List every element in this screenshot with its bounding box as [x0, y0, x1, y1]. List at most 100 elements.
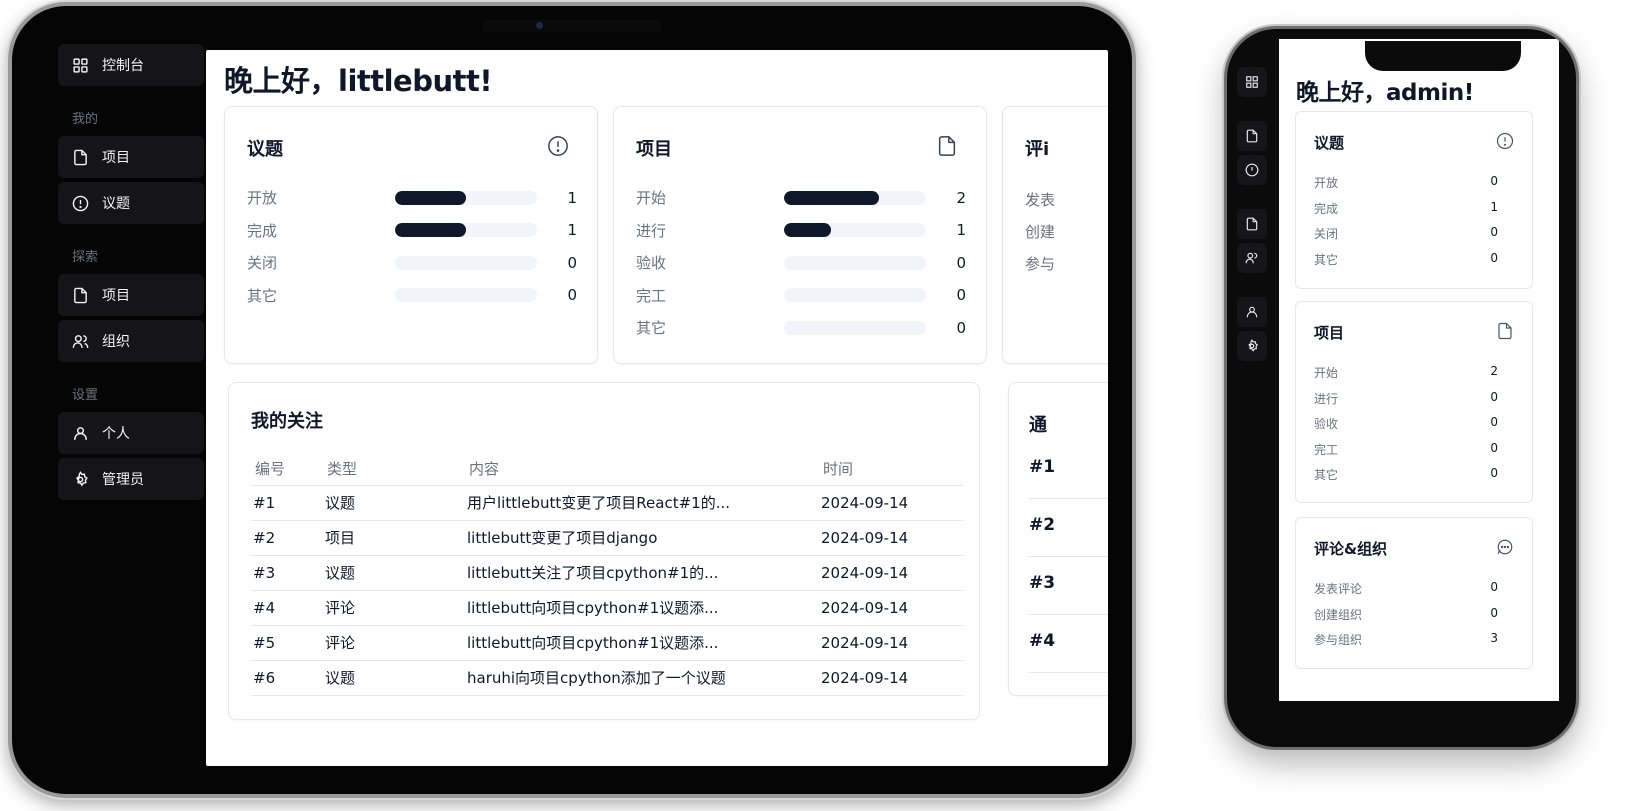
- card-title: 项目: [636, 139, 672, 160]
- stat-row: 发表: [1025, 189, 1108, 210]
- gear-icon: [1248, 339, 1259, 352]
- cell-type: 议题: [323, 660, 465, 696]
- cell-content: haruhi向项目cpython添加了一个议题: [465, 660, 819, 696]
- page-title: 晚上好，littlebutt!: [224, 64, 493, 98]
- stat-label: 发表: [1025, 191, 1056, 209]
- stat-row: 完成 1: [247, 220, 577, 241]
- page-title: 晚上好，admin!: [1296, 80, 1474, 106]
- stat-row: 开放 1: [247, 187, 577, 208]
- sidebar-item-my-projects[interactable]: 项目: [58, 136, 204, 178]
- sidebar-item-personal[interactable]: 个人: [58, 412, 204, 454]
- projects-card: 项目 开始 2 进行 0 验收 0 完工 0 其它 0: [1295, 301, 1533, 503]
- notification-item[interactable]: #3: [1029, 573, 1108, 615]
- phone-dashboard-button[interactable]: [1237, 67, 1267, 97]
- stat-value: 0: [1490, 605, 1498, 620]
- stat-value: 0: [956, 286, 966, 304]
- message-circle-icon: [1497, 539, 1513, 555]
- stat-value: 1: [956, 221, 966, 239]
- following-card: 我的关注 编号 类型 内容 时间 #1 议题 用户littlebutt变更了项目Re…: [228, 382, 980, 720]
- stat-label: 完工: [1314, 442, 1339, 457]
- file-icon: [74, 149, 87, 165]
- stat-label: 进行: [1314, 391, 1339, 406]
- card-title: 议题: [247, 139, 283, 160]
- phone-admin-button[interactable]: [1237, 331, 1267, 361]
- phone-sidebar: [1227, 29, 1277, 747]
- sidebar-item-label: 控制台: [102, 58, 144, 74]
- cell-id: #5: [251, 625, 323, 661]
- stat-label: 完成: [1314, 201, 1339, 216]
- sidebar-item-label: 议题: [102, 196, 130, 212]
- progress-fill: [784, 223, 831, 237]
- sidebar-group-mine: 我的: [72, 112, 99, 127]
- stat-row: 参与: [1025, 253, 1108, 274]
- following-table: 编号 类型 内容 时间 #1 议题 用户littlebutt变更了项目React#1…: [251, 453, 963, 696]
- stat-label: 参与: [1025, 255, 1056, 273]
- tablet-camera-icon: [536, 22, 543, 29]
- progress-fill: [395, 223, 466, 237]
- stat-row: 其它 0: [1314, 251, 1498, 268]
- stat-value: 2: [1490, 364, 1498, 378]
- phone-explore-projects-button[interactable]: [1237, 209, 1267, 239]
- cell-content: 用户littlebutt变更了项目React#1的...: [465, 485, 819, 521]
- tablet-sidebar: 控制台 我的 项目 议题 探索 项目 组织 设置 个人 管理员: [58, 44, 204, 764]
- stat-row: 参与组织 3: [1314, 631, 1498, 648]
- tablet-device: 控制台 我的 项目 议题 探索 项目 组织 设置 个人 管理员 晚上好，litt…: [8, 2, 1136, 798]
- stat-row: 发表评论 0: [1314, 580, 1498, 597]
- gear-icon: [75, 470, 88, 486]
- sidebar-item-organizations[interactable]: 组织: [58, 320, 204, 362]
- stat-label: 其它: [1314, 252, 1339, 267]
- phone-personal-button[interactable]: [1237, 297, 1267, 327]
- grid-icon: [1246, 76, 1258, 88]
- users-icon: [72, 334, 89, 348]
- phone-organizations-button[interactable]: [1237, 243, 1267, 273]
- sidebar-item-my-issues[interactable]: 议题: [58, 182, 204, 224]
- stat-label: 开放: [247, 189, 278, 207]
- stat-value: 0: [1490, 415, 1498, 429]
- users-icon: [1245, 252, 1258, 264]
- cell-time: 2024-09-14: [819, 660, 963, 696]
- notification-item[interactable]: #1: [1029, 457, 1108, 499]
- sidebar-item-label: 组织: [102, 334, 130, 350]
- alert-circle-icon: [548, 136, 568, 156]
- card-title: 项目: [1314, 324, 1345, 342]
- phone-my-issues-button[interactable]: [1237, 155, 1267, 185]
- stat-value: 0: [567, 253, 577, 272]
- table-row[interactable]: #1 议题 用户littlebutt变更了项目React#1的... 2024-09-…: [251, 485, 963, 521]
- stat-value: 1: [1490, 199, 1498, 214]
- notifications-card: 通 #1 #2 #3 #4: [1008, 382, 1108, 696]
- table-row[interactable]: #5 评论 littlebutt向项目cpython#1议题添... 2024-09-…: [251, 625, 963, 661]
- table-row[interactable]: #2 项目 littlebutt变更了项目django 2024-09-14: [251, 520, 963, 556]
- column-header: 编号: [251, 453, 323, 486]
- table-row[interactable]: #4 评论 littlebutt向项目cpython#1议题添... 2024-09-…: [251, 590, 963, 626]
- notification-id: #4: [1029, 631, 1056, 651]
- tablet-screen: 晚上好，littlebutt! 议题 开放 1 完成 1 关闭 0 其它 0 项目 开始 2 进行…: [206, 50, 1108, 766]
- stat-value: 0: [1490, 466, 1498, 480]
- stat-row: 进行 0: [1314, 390, 1498, 407]
- table-row[interactable]: #3 议题 littlebutt关注了项目cpython#1的... 2024-09-…: [251, 555, 963, 591]
- cell-id: #6: [251, 660, 323, 696]
- stat-label: 开放: [1314, 176, 1339, 190]
- progress-bar: [395, 190, 537, 205]
- sidebar-item-dashboard[interactable]: 控制台: [58, 44, 204, 86]
- cell-content: littlebutt向项目cpython#1议题添...: [465, 590, 819, 626]
- notification-item[interactable]: #4: [1029, 631, 1108, 673]
- stat-row: 完工 0: [1314, 441, 1498, 458]
- stat-value: 3: [1490, 631, 1498, 645]
- sidebar-item-admin[interactable]: 管理员: [58, 458, 204, 500]
- table-row[interactable]: #6 议题 haruhi向项目cpython添加了一个议题 2024-09-14: [251, 660, 963, 696]
- cell-id: #3: [251, 555, 323, 591]
- stat-label: 验收: [636, 254, 667, 272]
- file-icon: [1246, 217, 1258, 231]
- cell-time: 2024-09-14: [819, 625, 963, 661]
- stat-label: 其它: [636, 319, 667, 337]
- stat-value: 1: [567, 188, 577, 207]
- notification-item[interactable]: #2: [1029, 515, 1108, 557]
- file-icon: [1246, 129, 1258, 143]
- sidebar-item-explore-projects[interactable]: 项目: [58, 274, 204, 316]
- progress-bar: [784, 320, 926, 335]
- stat-label: 参与组织: [1314, 633, 1363, 647]
- stat-row: 创建: [1025, 221, 1108, 242]
- cell-type: 议题: [323, 555, 465, 591]
- stat-value: 0: [1490, 389, 1498, 404]
- phone-my-projects-button[interactable]: [1237, 121, 1267, 151]
